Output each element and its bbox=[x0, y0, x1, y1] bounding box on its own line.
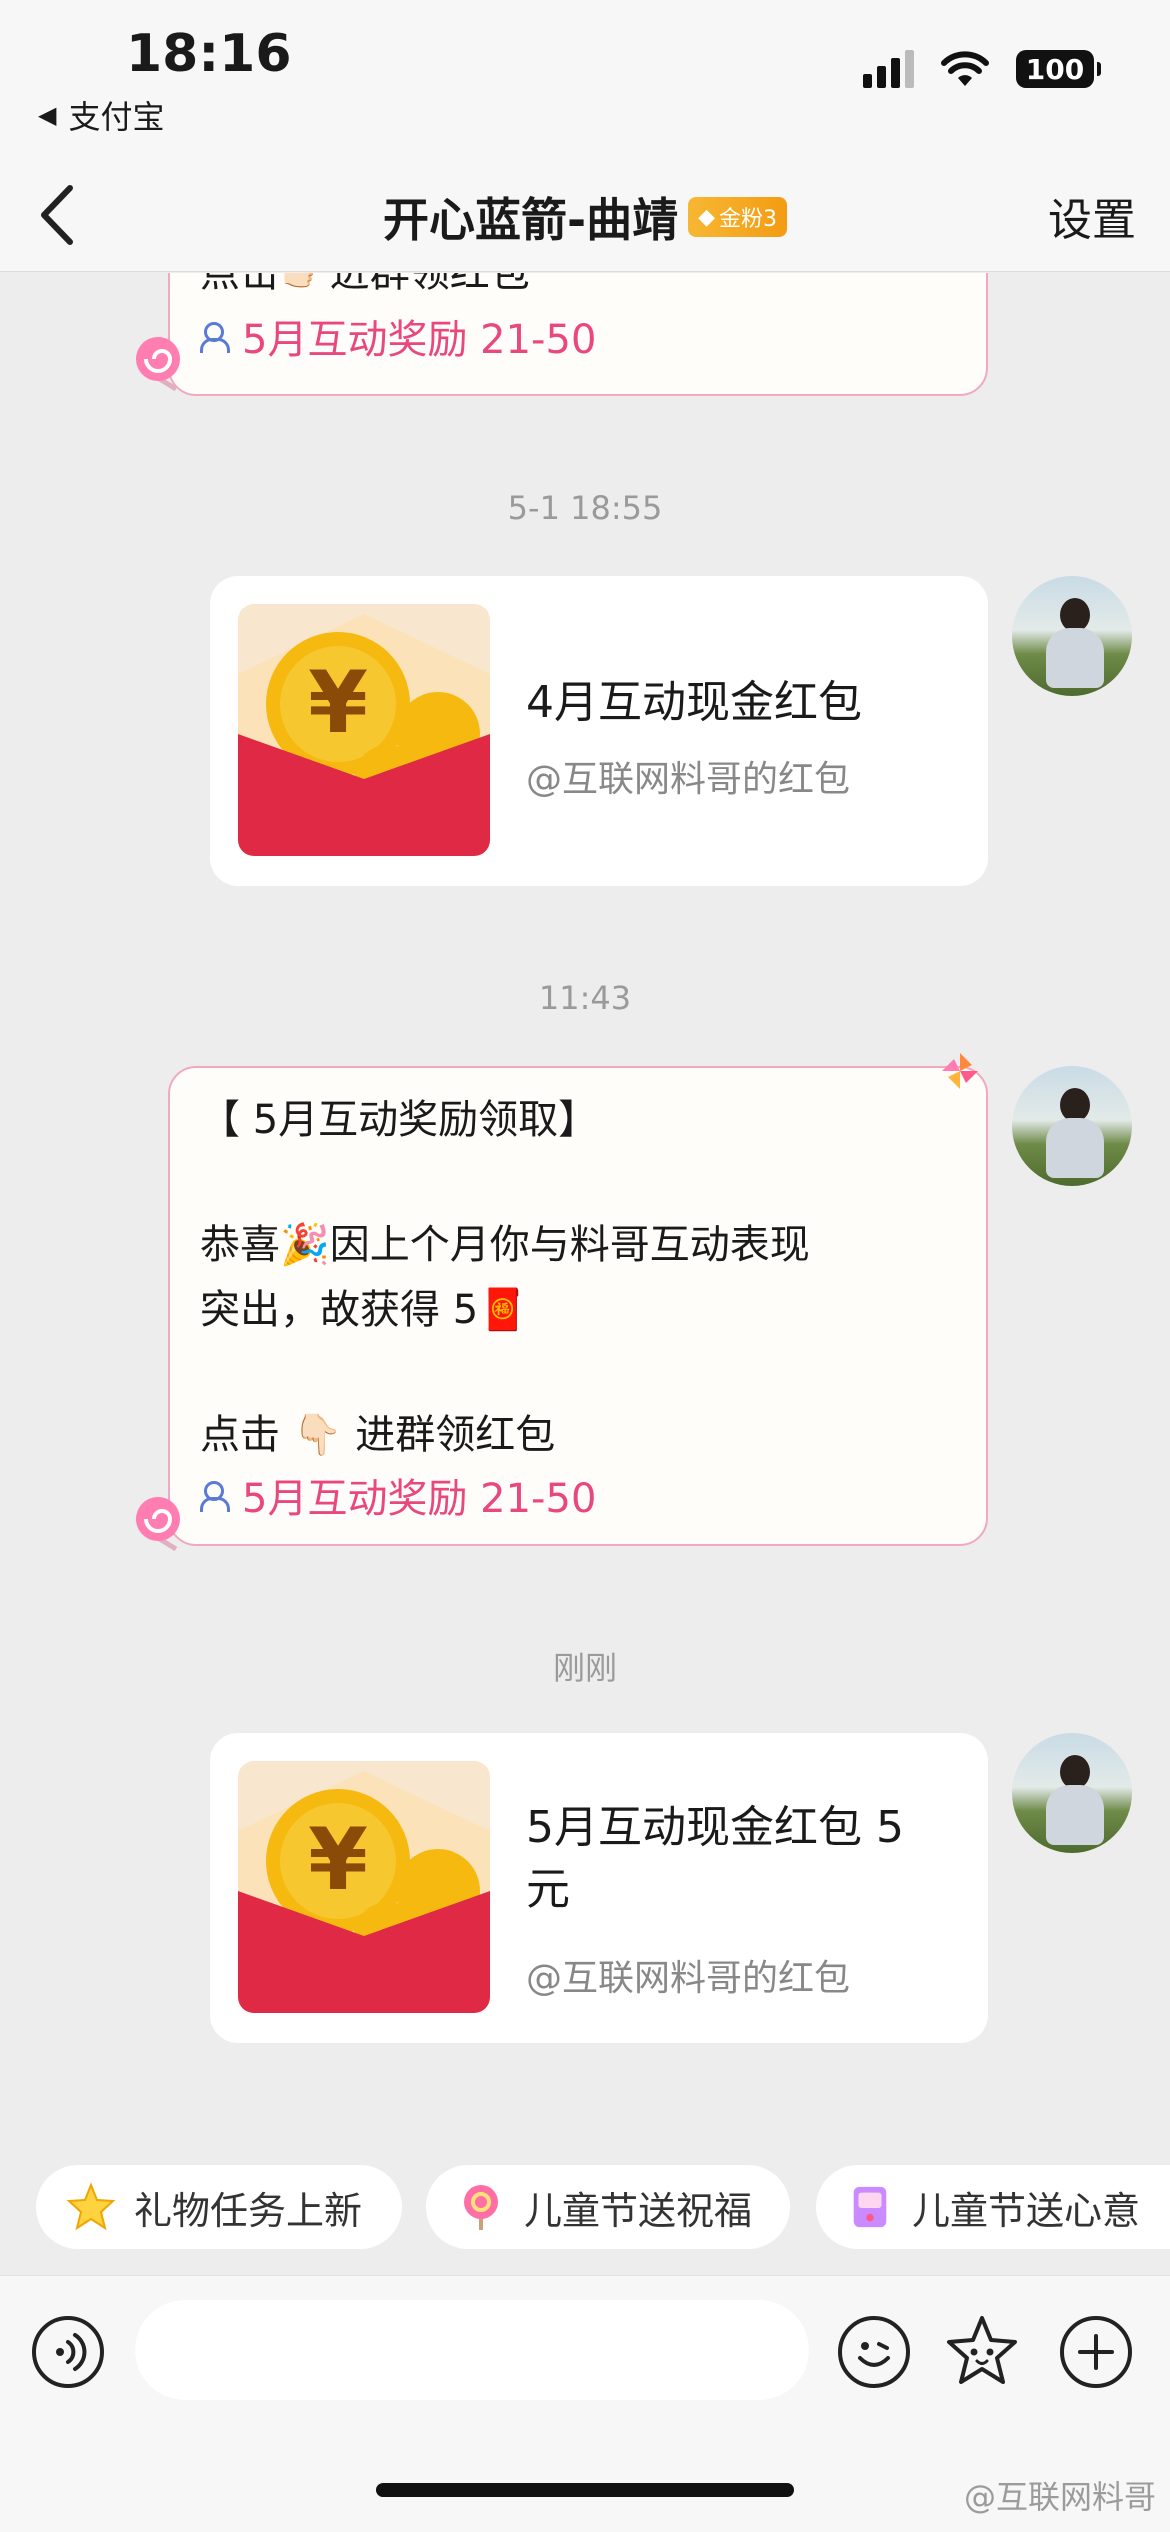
system-icons: 100 bbox=[863, 50, 1101, 88]
settings-button[interactable]: 设置 bbox=[1048, 184, 1136, 248]
avatar[interactable] bbox=[1012, 1066, 1132, 1186]
quick-action-chips: 礼物任务上新 儿童节送祝福 儿童节送心意 bbox=[0, 2165, 1170, 2255]
back-to-app-link[interactable]: ◀ 支付宝 bbox=[38, 92, 164, 138]
timestamp: 5-1 18:55 bbox=[507, 489, 663, 527]
group-link-label: 5月互动奖励 21-50 bbox=[242, 1476, 597, 1522]
click-join-text: 点击 👇🏻 进群领红包 bbox=[200, 1412, 556, 1458]
pinwheel-icon bbox=[942, 1053, 978, 1089]
avatar[interactable] bbox=[1012, 576, 1132, 696]
red-packet-sender: @互联网料哥的红包 bbox=[526, 759, 851, 800]
reward-message-partial[interactable]: 点击👉🏻进群领红包 5月互动奖励 21-50 bbox=[168, 273, 988, 396]
svg-text:¥: ¥ bbox=[308, 653, 368, 753]
chat-title-text: 开心蓝箭-曲靖 bbox=[382, 193, 679, 247]
group-link-label: 5月互动奖励 21-50 bbox=[242, 317, 597, 363]
reward-heading: 【 5月互动奖励领取】 bbox=[200, 1097, 599, 1143]
red-packet-message[interactable]: ¥ 5月互动现金红包 5 元 @互联网料哥的红包 bbox=[210, 1733, 988, 2043]
chip-label: 儿童节送祝福 bbox=[524, 2188, 753, 2233]
battery-icon: 100 bbox=[1016, 50, 1101, 88]
lollipop-icon bbox=[136, 1497, 180, 1552]
nav-bar: 开心蓝箭-曲靖 ◆ 金粉3 设置 bbox=[0, 160, 1170, 272]
back-triangle-icon: ◀ bbox=[38, 101, 57, 129]
reward-body-line2: 突出，故获得 5🧧 bbox=[200, 1287, 528, 1333]
chat-title: 开心蓝箭-曲靖 ◆ 金粉3 bbox=[0, 184, 1170, 250]
star-icon bbox=[66, 2182, 116, 2231]
lollipop-icon bbox=[464, 2185, 498, 2230]
wifi-icon bbox=[941, 51, 989, 86]
diamond-icon: ◆ bbox=[698, 204, 715, 230]
plus-icon bbox=[1078, 2334, 1114, 2370]
cellular-signal-icon bbox=[863, 50, 914, 88]
home-indicator[interactable] bbox=[376, 2483, 794, 2497]
fan-badge-label: 金粉3 bbox=[719, 207, 777, 232]
chip-label: 儿童节送心意 bbox=[911, 2188, 1140, 2233]
group-link[interactable]: 5月互动奖励 21-50 bbox=[200, 307, 596, 365]
voice-button[interactable] bbox=[32, 2316, 104, 2388]
timestamp: 刚刚 bbox=[552, 1649, 617, 1687]
red-packet-title-line1: 5月互动现金红包 5 bbox=[526, 1802, 904, 1853]
lollipop-icon bbox=[136, 337, 180, 392]
status-time: 18:16 bbox=[126, 24, 292, 84]
chip-childrens-day-gift[interactable]: 儿童节送心意 bbox=[816, 2165, 1170, 2249]
watermark: @互联网料哥 bbox=[963, 2478, 1156, 2516]
message-input[interactable] bbox=[135, 2300, 809, 2400]
red-packet-title: 4月互动现金红包 bbox=[526, 677, 862, 728]
click-join-text: 点击👉🏻进群领红包 bbox=[200, 273, 530, 296]
arcade-icon bbox=[853, 2186, 887, 2228]
chip-childrens-day-blessing[interactable]: 儿童节送祝福 bbox=[426, 2165, 790, 2249]
red-envelope-icon: ¥ bbox=[238, 604, 490, 856]
group-link[interactable]: 5月互动奖励 21-50 bbox=[200, 1466, 596, 1524]
reward-message[interactable]: 【 5月互动奖励领取】 恭喜🎉因上个月你与料哥互动表现 突出，故获得 5🧧 点击… bbox=[168, 1066, 988, 1546]
red-envelope-icon: ¥ bbox=[238, 1761, 490, 2013]
red-packet-title-line2: 元 bbox=[526, 1864, 570, 1915]
group-icon bbox=[200, 320, 236, 353]
smiley-icon bbox=[858, 2342, 890, 2367]
reward-body-line1: 恭喜🎉因上个月你与料哥互动表现 bbox=[200, 1222, 810, 1268]
group-icon bbox=[200, 1479, 236, 1512]
avatar[interactable] bbox=[1012, 1733, 1132, 1853]
battery-level: 100 bbox=[1025, 52, 1085, 86]
red-packet-title: 5月互动现金红包 5 元 bbox=[526, 1797, 904, 1921]
red-packet-sender: @互联网料哥的红包 bbox=[526, 1958, 851, 1999]
chat-area[interactable]: 点击👉🏻进群领红包 5月互动奖励 21-50 5-1 18:55 ¥ 4月互动现… bbox=[0, 273, 1170, 2163]
star-sticker-icon[interactable] bbox=[942, 2312, 1022, 2392]
chip-gift-task[interactable]: 礼物任务上新 bbox=[36, 2165, 402, 2249]
svg-text:¥: ¥ bbox=[308, 1810, 368, 1910]
emoji-button[interactable] bbox=[838, 2316, 910, 2388]
red-packet-message[interactable]: ¥ 4月互动现金红包 @互联网料哥的红包 bbox=[210, 576, 988, 886]
status-bar: 18:16 ◀ 支付宝 100 bbox=[0, 0, 1170, 160]
back-app-label: 支付宝 bbox=[68, 98, 165, 136]
timestamp: 11:43 bbox=[538, 979, 632, 1017]
chip-label: 礼物任务上新 bbox=[134, 2188, 363, 2233]
voice-icon bbox=[56, 2333, 87, 2371]
fan-level-badge: ◆ 金粉3 bbox=[688, 197, 787, 237]
more-button[interactable] bbox=[1060, 2316, 1132, 2388]
